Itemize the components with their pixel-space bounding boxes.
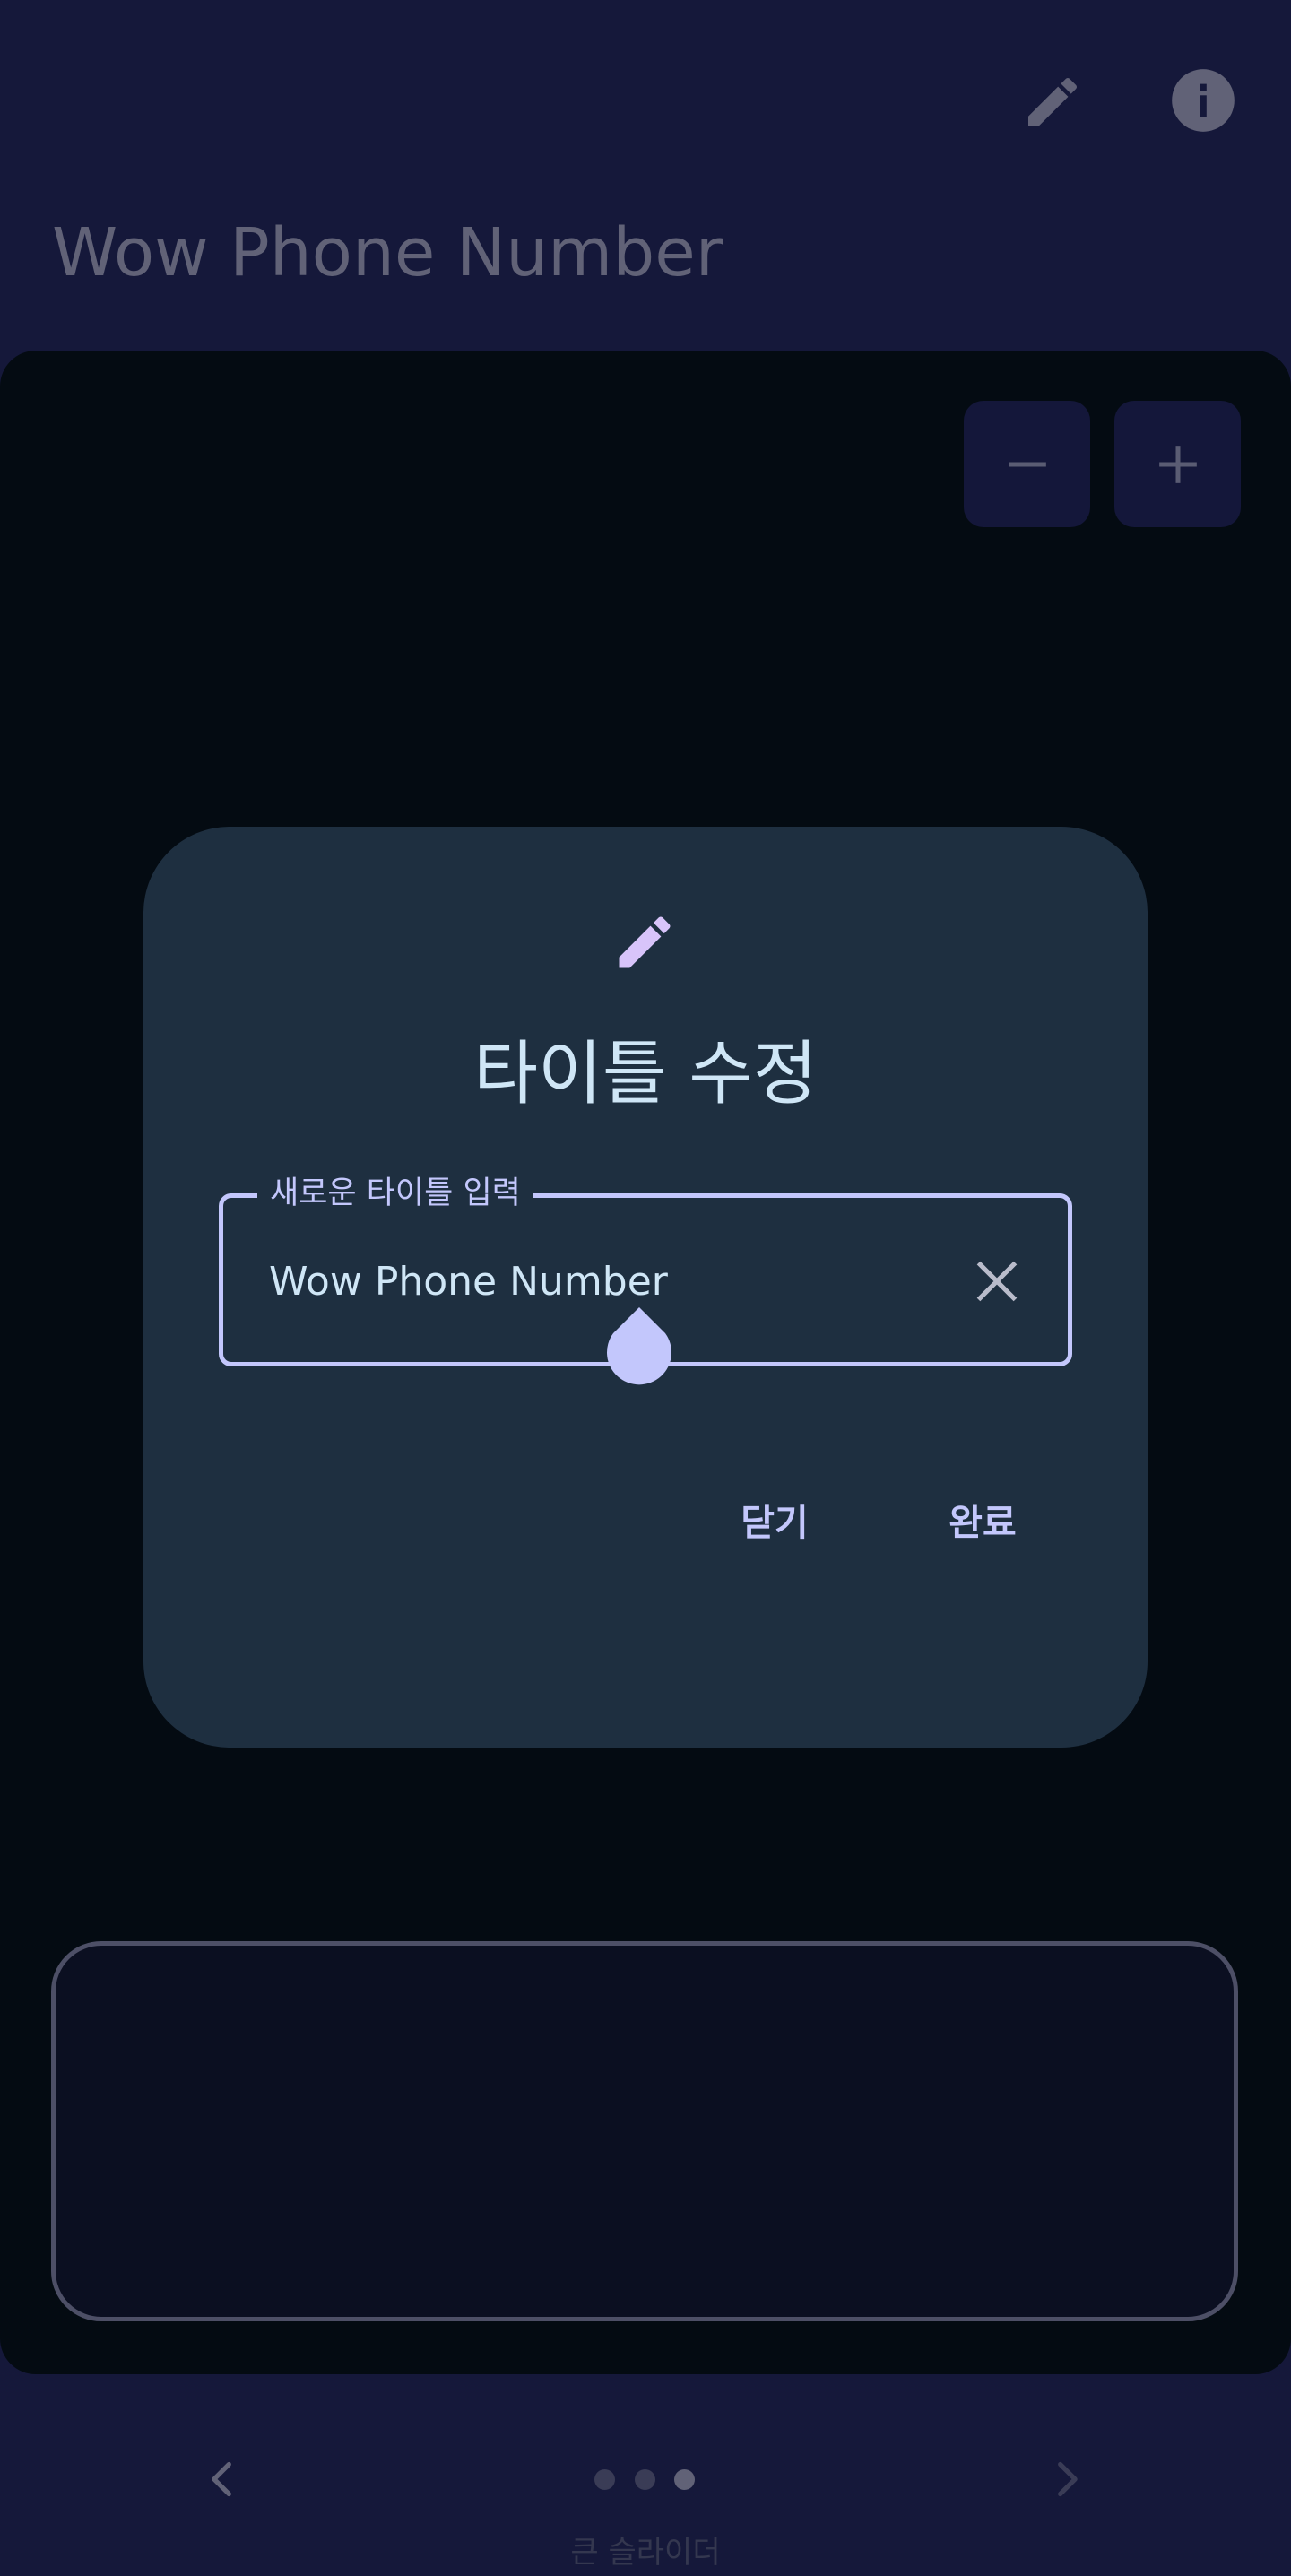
- page-indicator: [594, 2468, 697, 2492]
- info-icon: [1172, 69, 1235, 132]
- page-dot[interactable]: [635, 2469, 655, 2490]
- edit-title-button[interactable]: [1017, 66, 1088, 138]
- done-button[interactable]: 완료: [941, 1494, 1024, 1551]
- zoom-in-button[interactable]: [1114, 401, 1241, 527]
- text-cursor-handle-icon[interactable]: [606, 1307, 672, 1388]
- slider-type-label: 큰 슬라이더: [570, 2535, 721, 2571]
- page-title: Wow Phone Number: [52, 214, 723, 291]
- dialog-title: 타이틀 수정: [473, 1034, 818, 1115]
- plus-icon: [1158, 445, 1197, 483]
- pencil-icon: [1028, 77, 1078, 126]
- chevron-right-icon: [1058, 2461, 1078, 2497]
- page-dot-active[interactable]: [674, 2469, 695, 2490]
- close-icon: [976, 1261, 1018, 1302]
- clear-text-button[interactable]: [966, 1251, 1027, 1312]
- chevron-left-icon: [212, 2461, 231, 2497]
- page-dot[interactable]: [594, 2469, 615, 2490]
- previous-page-button[interactable]: [195, 2448, 249, 2511]
- next-page-button[interactable]: [1040, 2448, 1094, 2511]
- slider-content-area: [51, 1941, 1238, 2321]
- zoom-out-button[interactable]: [964, 401, 1090, 527]
- pencil-icon: [619, 916, 671, 968]
- close-button[interactable]: 닫기: [733, 1494, 816, 1551]
- minus-icon: [1008, 462, 1046, 466]
- info-button[interactable]: [1167, 65, 1239, 136]
- app-root: Wow Phone Number 타이틀 수정 새로운 타이틀 입력 닫기 완료: [0, 0, 1291, 2576]
- title-input[interactable]: [269, 1253, 950, 1311]
- title-field-label: 새로운 타이틀 입력: [257, 1173, 533, 1214]
